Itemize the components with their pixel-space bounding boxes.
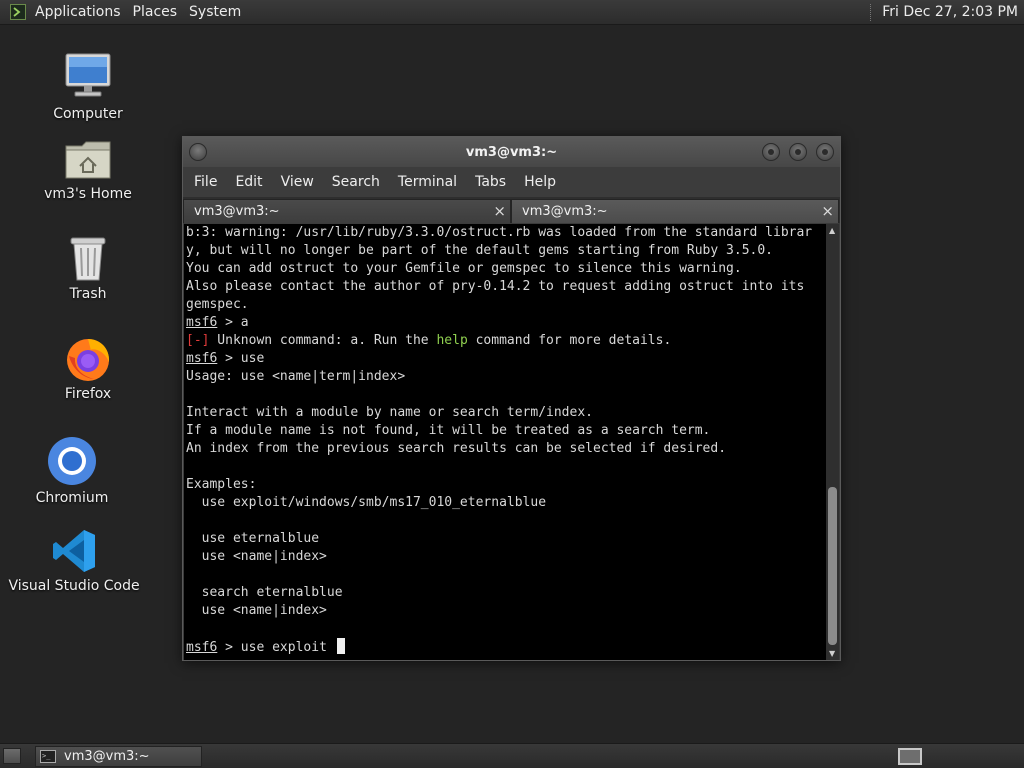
command-text: a bbox=[240, 315, 249, 330]
maximize-button[interactable] bbox=[789, 143, 807, 161]
tab-label: vm3@vm3:~ bbox=[522, 204, 608, 219]
workspace-switcher[interactable] bbox=[898, 748, 922, 765]
scroll-thumb[interactable] bbox=[828, 487, 837, 645]
text-cursor bbox=[336, 638, 345, 654]
output-line: search eternalblue bbox=[186, 585, 343, 600]
scroll-down-arrow-icon[interactable]: ▼ bbox=[829, 649, 835, 658]
firefox-icon bbox=[64, 326, 112, 382]
terminal-logo-icon[interactable] bbox=[9, 3, 27, 21]
icon-label: vm3's Home bbox=[44, 186, 132, 202]
output-line: b:3: warning: /usr/lib/ruby/3.3.0/ostruc… bbox=[186, 225, 813, 240]
desktop-icon-chromium[interactable]: Chromium bbox=[7, 430, 137, 506]
output-line: use exploit/windows/smb/ms17_010_eternal… bbox=[186, 495, 547, 510]
output-line: Also please contact the author of pry-0.… bbox=[186, 279, 805, 294]
output-line: You can add ostruct to your Gemfile or g… bbox=[186, 261, 742, 276]
tab-close-icon[interactable]: × bbox=[493, 202, 506, 220]
trash-icon bbox=[68, 226, 108, 282]
command-line: msf6 > use bbox=[186, 350, 827, 368]
scroll-up-arrow-icon[interactable]: ▲ bbox=[829, 226, 835, 235]
applications-menu[interactable]: Applications bbox=[31, 4, 129, 20]
menu-tabs[interactable]: Tabs bbox=[466, 174, 515, 190]
menu-search[interactable]: Search bbox=[323, 174, 389, 190]
prompt-suffix: > bbox=[217, 315, 241, 330]
menu-help[interactable]: Help bbox=[515, 174, 565, 190]
minimize-button[interactable] bbox=[762, 143, 780, 161]
output-line: y, but will no longer be part of the def… bbox=[186, 243, 773, 258]
output-line: An index from the previous search result… bbox=[186, 441, 727, 456]
taskbar-item-label: vm3@vm3:~ bbox=[64, 749, 150, 764]
menu-file[interactable]: File bbox=[185, 174, 226, 190]
desktop-icon-firefox[interactable]: Firefox bbox=[23, 326, 153, 402]
terminal-window[interactable]: vm3@vm3:~ File Edit View Search Terminal… bbox=[182, 136, 841, 661]
computer-icon bbox=[63, 46, 113, 102]
desktop-icon-home[interactable]: vm3's Home bbox=[23, 126, 153, 202]
tab-1[interactable]: vm3@vm3:~ × bbox=[183, 199, 511, 223]
error-text: command for more details. bbox=[467, 333, 672, 348]
command-text: use bbox=[240, 351, 265, 366]
error-tag: [-] bbox=[186, 333, 210, 348]
menu-edit[interactable]: Edit bbox=[226, 174, 271, 190]
tab-label: vm3@vm3:~ bbox=[194, 204, 280, 219]
terminal-output[interactable]: b:3: warning: /usr/lib/ruby/3.3.0/ostruc… bbox=[184, 224, 827, 660]
top-panel: Applications Places System Fri Dec 27, 2… bbox=[0, 0, 1024, 25]
tab-bar: vm3@vm3:~ × vm3@vm3:~ × bbox=[183, 197, 840, 223]
prompt-suffix: > bbox=[217, 351, 241, 366]
prompt-suffix: > bbox=[217, 640, 241, 655]
show-desktop-icon[interactable] bbox=[3, 748, 21, 764]
output-line: If a module name is not found, it will b… bbox=[186, 423, 711, 438]
output-line: use <name|index> bbox=[186, 603, 327, 618]
help-keyword: help bbox=[436, 333, 468, 348]
command-input[interactable]: use exploit bbox=[241, 640, 335, 655]
menu-view[interactable]: View bbox=[272, 174, 323, 190]
taskbar-item-terminal[interactable]: >_ vm3@vm3:~ bbox=[35, 746, 202, 767]
output-line: use <name|index> bbox=[186, 549, 327, 564]
tab-2[interactable]: vm3@vm3:~ × bbox=[511, 199, 839, 223]
close-button[interactable] bbox=[816, 143, 834, 161]
home-folder-icon bbox=[64, 126, 112, 182]
clock[interactable]: Fri Dec 27, 2:03 PM bbox=[882, 4, 1024, 20]
chromium-icon bbox=[47, 430, 97, 486]
icon-label: Trash bbox=[69, 286, 107, 302]
places-menu[interactable]: Places bbox=[129, 4, 186, 20]
error-text: Unknown command: a. Run the bbox=[209, 333, 437, 348]
icon-label: Visual Studio Code bbox=[8, 578, 140, 594]
tab-close-icon[interactable]: × bbox=[821, 202, 834, 220]
output-line: Interact with a module by name or search… bbox=[186, 405, 593, 420]
output-line: use eternalblue bbox=[186, 531, 320, 546]
window-menu-button[interactable] bbox=[189, 143, 207, 161]
current-command-line[interactable]: msf6 > use exploit bbox=[186, 638, 827, 656]
menu-terminal[interactable]: Terminal bbox=[389, 174, 466, 190]
window-menubar: File Edit View Search Terminal Tabs Help bbox=[183, 167, 840, 197]
command-line: msf6 > a bbox=[186, 314, 827, 332]
vscode-icon bbox=[51, 518, 97, 574]
output-line: gemspec. bbox=[186, 297, 249, 312]
window-title: vm3@vm3:~ bbox=[465, 144, 558, 160]
icon-label: Computer bbox=[53, 106, 123, 122]
prompt: msf6 bbox=[186, 315, 218, 330]
window-titlebar[interactable]: vm3@vm3:~ bbox=[183, 137, 840, 167]
desktop-icon-vscode[interactable]: Visual Studio Code bbox=[8, 518, 140, 594]
icon-label: Firefox bbox=[64, 386, 112, 402]
icon-label: Chromium bbox=[35, 490, 109, 506]
terminal-icon: >_ bbox=[40, 750, 56, 763]
desktop-icon-trash[interactable]: Trash bbox=[23, 226, 153, 302]
output-line: Usage: use <name|term|index> bbox=[186, 369, 406, 384]
prompt: msf6 bbox=[186, 640, 218, 655]
system-menu[interactable]: System bbox=[185, 4, 249, 20]
output-line: Examples: bbox=[186, 477, 257, 492]
error-line: [-] Unknown command: a. Run the help com… bbox=[186, 332, 827, 350]
prompt: msf6 bbox=[186, 351, 218, 366]
desktop-icon-computer[interactable]: Computer bbox=[23, 46, 153, 122]
panel-separator bbox=[870, 3, 872, 21]
bottom-panel: >_ vm3@vm3:~ bbox=[0, 743, 1024, 768]
terminal-scrollbar[interactable]: ▲ ▼ bbox=[826, 224, 839, 660]
